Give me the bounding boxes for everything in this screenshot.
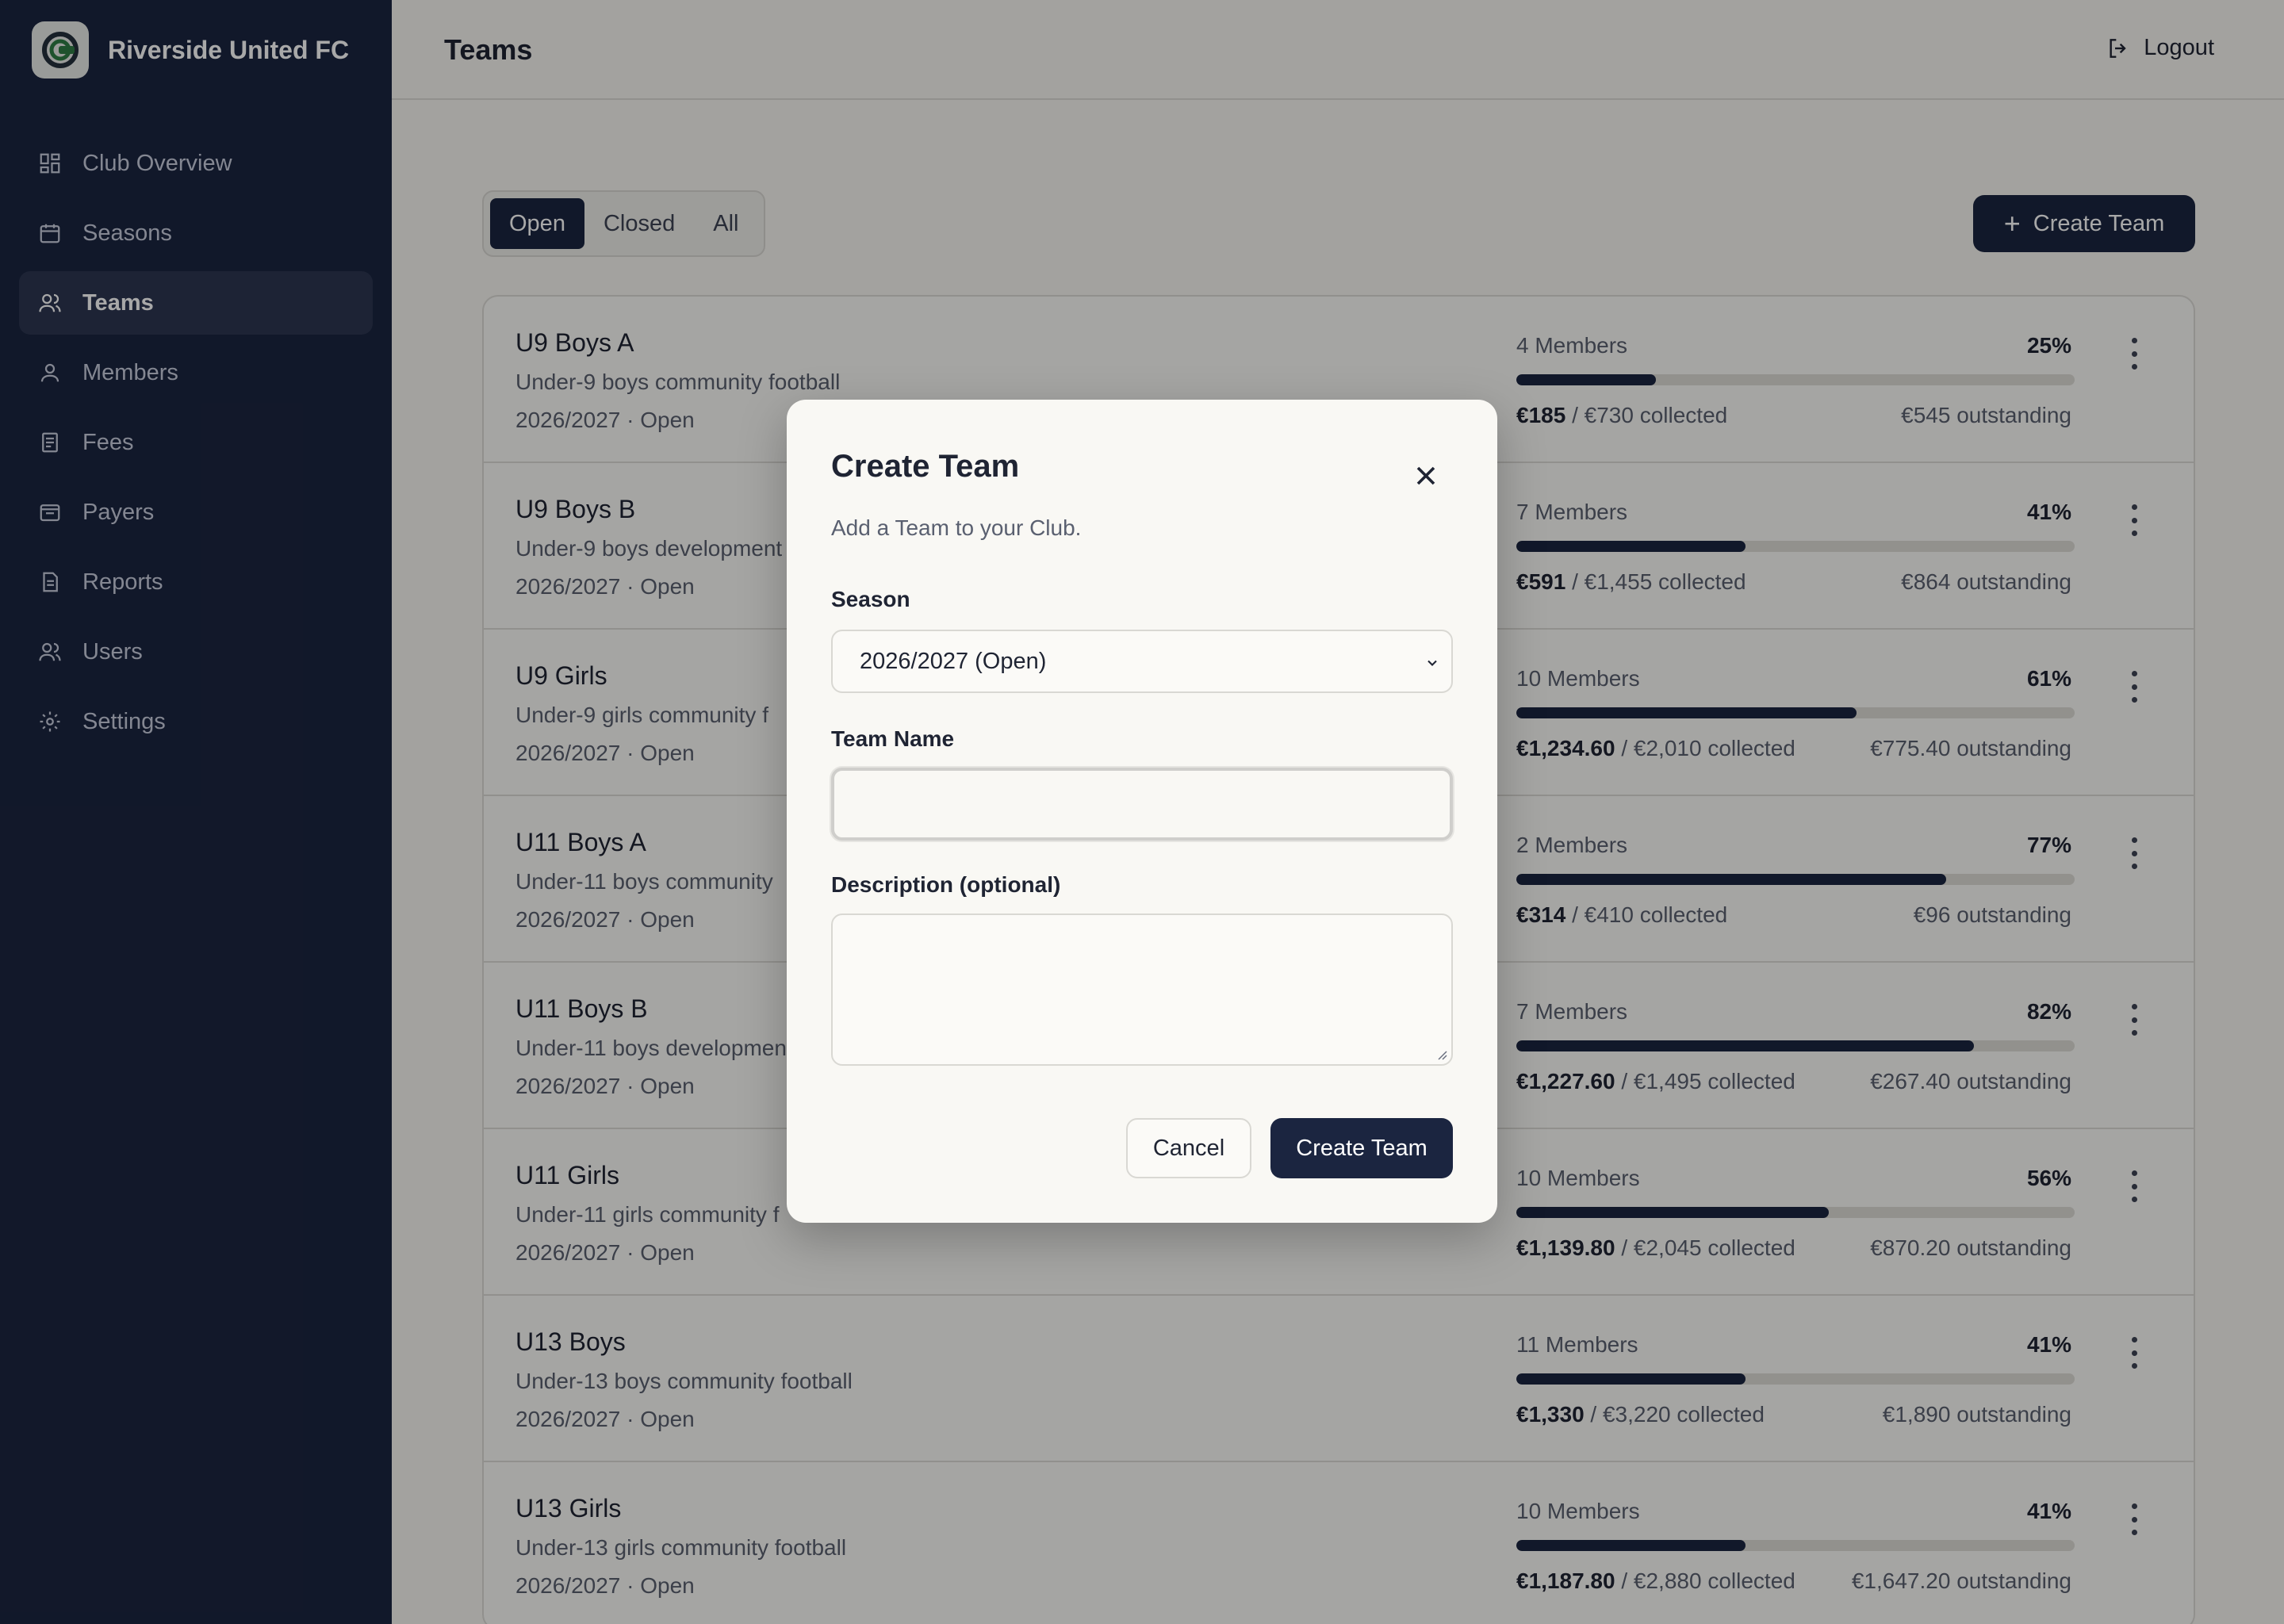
create-team-dialog: Create Team Add a Team to your Club. Sea… xyxy=(787,400,1497,1223)
close-icon[interactable] xyxy=(1410,460,1442,492)
submit-create-team-button[interactable]: Create Team xyxy=(1270,1118,1453,1178)
season-selected-value: 2026/2027 (Open) xyxy=(860,648,1047,674)
chevron-down-icon xyxy=(1428,660,1437,666)
season-select[interactable]: 2026/2027 (Open) xyxy=(831,630,1453,693)
team-name-input[interactable] xyxy=(831,768,1453,841)
team-name-label: Team Name xyxy=(831,726,955,751)
dialog-title: Create Team xyxy=(831,449,1020,484)
description-label: Description (optional) xyxy=(831,872,1061,897)
cancel-button[interactable]: Cancel xyxy=(1126,1118,1251,1178)
season-label: Season xyxy=(831,587,910,611)
dialog-subtitle: Add a Team to your Club. xyxy=(831,515,1082,540)
resize-handle-icon[interactable] xyxy=(1434,1047,1448,1061)
description-textarea[interactable] xyxy=(831,914,1453,1066)
